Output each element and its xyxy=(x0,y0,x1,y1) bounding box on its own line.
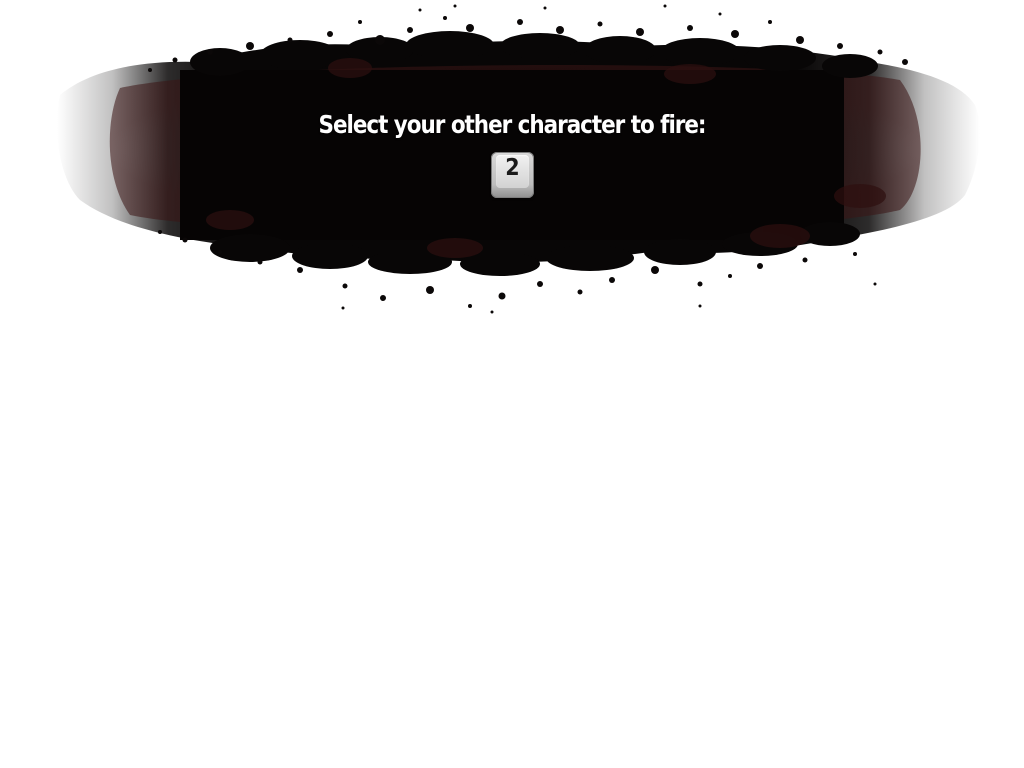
key-label: 2 xyxy=(505,155,520,181)
fire-instruction-text: Select your other character to fire: xyxy=(318,110,707,139)
keyboard-key-icon: 2 xyxy=(491,152,534,198)
game-screen: Select your other character to fire: 2 xyxy=(0,0,1024,768)
